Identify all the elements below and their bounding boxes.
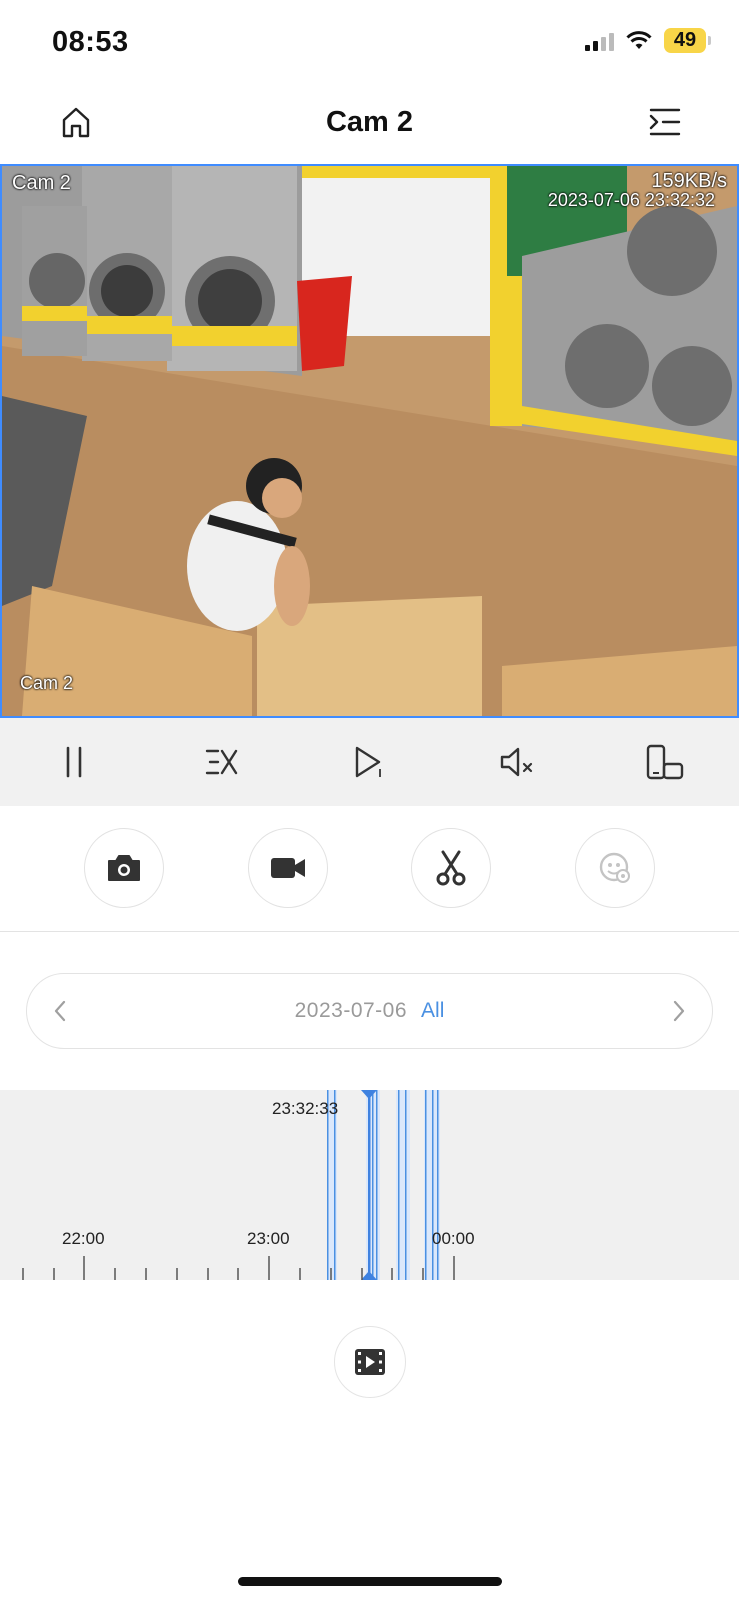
- selected-date[interactable]: 2023-07-06: [295, 999, 407, 1023]
- video-scene: [2, 166, 737, 716]
- pause-button[interactable]: [52, 740, 96, 784]
- previous-date-button[interactable]: [45, 996, 75, 1026]
- face-detect-button[interactable]: [574, 828, 655, 908]
- clip-button[interactable]: [411, 828, 492, 908]
- battery-icon: 49: [664, 28, 711, 53]
- home-indicator: [238, 1577, 502, 1586]
- video-record-icon: [270, 858, 305, 878]
- timeline-track: [22, 1090, 455, 1280]
- nav-bar: Cam 2: [0, 86, 739, 164]
- playback-timeline[interactable]: 23:32:33 22:00 23:00 00:00: [0, 1090, 739, 1280]
- play-frame-button[interactable]: [347, 740, 391, 784]
- orientation-icon: [646, 744, 684, 780]
- status-icons: 49: [585, 28, 711, 53]
- camera-name-overlay: Cam 2: [12, 172, 71, 194]
- playback-controls: [0, 718, 739, 806]
- speed-button[interactable]: [200, 740, 244, 784]
- timeline-label: 23:00: [247, 1229, 290, 1248]
- timeline-label: 22:00: [62, 1229, 105, 1248]
- timeline-cursor-time: 23:32:33: [272, 1099, 339, 1118]
- face-detect-icon: [599, 852, 630, 883]
- film-icon: [355, 1349, 385, 1375]
- play-frame-icon: [356, 746, 382, 778]
- section-divider: [0, 931, 739, 932]
- menu-button[interactable]: [647, 104, 683, 140]
- date-selector: 2023-07-06 All: [26, 973, 713, 1049]
- timeline-label: 00:00: [432, 1229, 475, 1248]
- scissors-icon: [436, 850, 466, 886]
- wifi-icon: [626, 30, 652, 49]
- orientation-button[interactable]: [643, 740, 687, 784]
- chevron-left-icon: [54, 1000, 66, 1022]
- filter-all[interactable]: All: [421, 999, 444, 1023]
- record-button[interactable]: [247, 828, 328, 908]
- camera-video-feed[interactable]: Cam 2 159KB/s 2023-07-06 23:32:32 Cam 2: [0, 164, 739, 718]
- speed-icon: [205, 749, 237, 775]
- page-title: Cam 2: [325, 106, 414, 138]
- recordings-list-button[interactable]: [334, 1326, 406, 1398]
- battery-level: 49: [664, 28, 706, 53]
- chevron-right-icon: [673, 1000, 685, 1022]
- camera-icon: [108, 855, 140, 881]
- cellular-signal-icon: [585, 31, 614, 51]
- pause-icon: [66, 746, 82, 778]
- action-buttons: [0, 828, 739, 908]
- next-date-button[interactable]: [664, 996, 694, 1026]
- mute-icon: [501, 747, 533, 777]
- timestamp-overlay: 2023-07-06 23:32:32: [547, 190, 715, 210]
- status-time: 08:53: [52, 26, 129, 58]
- camera-name-overlay-bottom: Cam 2: [20, 673, 74, 693]
- menu-icon: [649, 108, 681, 136]
- mute-button[interactable]: [495, 740, 539, 784]
- snapshot-button[interactable]: [84, 828, 164, 908]
